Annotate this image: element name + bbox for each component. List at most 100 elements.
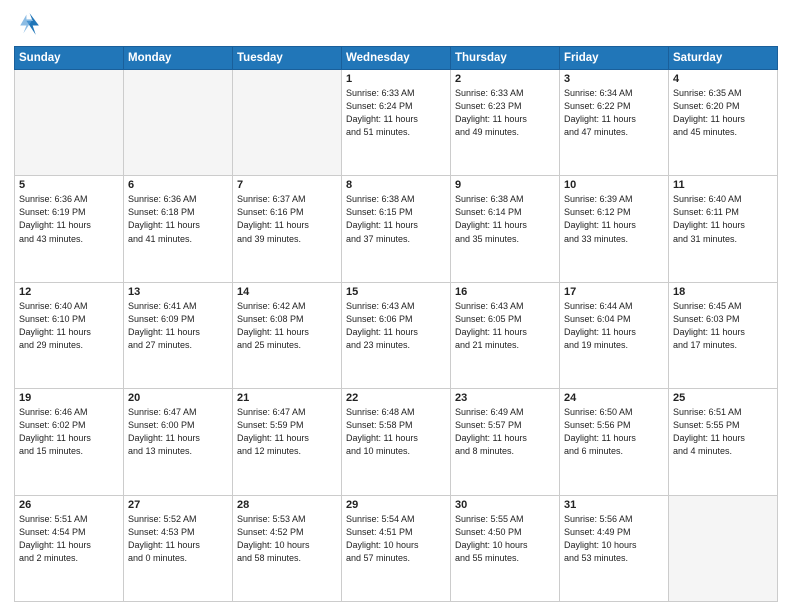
day-info: Sunrise: 6:34 AM Sunset: 6:22 PM Dayligh… bbox=[564, 87, 664, 139]
calendar-day-19: 19 Sunrise: 6:46 AM Sunset: 6:02 PM Dayli… bbox=[15, 389, 124, 495]
day-info: Sunrise: 6:33 AM Sunset: 6:23 PM Dayligh… bbox=[455, 87, 555, 139]
calendar-day-30: 30 Sunrise: 5:55 AM Sunset: 4:50 PM Dayli… bbox=[451, 495, 560, 601]
day-info: Sunrise: 5:52 AM Sunset: 4:53 PM Dayligh… bbox=[128, 513, 228, 565]
calendar-day-26: 26 Sunrise: 5:51 AM Sunset: 4:54 PM Dayli… bbox=[15, 495, 124, 601]
calendar-day-29: 29 Sunrise: 5:54 AM Sunset: 4:51 PM Dayli… bbox=[342, 495, 451, 601]
col-header-saturday: Saturday bbox=[669, 47, 778, 70]
calendar-day-21: 21 Sunrise: 6:47 AM Sunset: 5:59 PM Dayli… bbox=[233, 389, 342, 495]
calendar-day-empty bbox=[233, 70, 342, 176]
header bbox=[14, 10, 778, 38]
day-info: Sunrise: 6:47 AM Sunset: 6:00 PM Dayligh… bbox=[128, 406, 228, 458]
day-number: 18 bbox=[673, 286, 773, 298]
col-header-thursday: Thursday bbox=[451, 47, 560, 70]
day-info: Sunrise: 6:43 AM Sunset: 6:06 PM Dayligh… bbox=[346, 300, 446, 352]
day-info: Sunrise: 6:42 AM Sunset: 6:08 PM Dayligh… bbox=[237, 300, 337, 352]
day-info: Sunrise: 5:55 AM Sunset: 4:50 PM Dayligh… bbox=[455, 513, 555, 565]
day-number: 5 bbox=[19, 179, 119, 191]
calendar-day-25: 25Sunrise: 6:51 AM Sunset: 5:55 PM Dayli… bbox=[669, 389, 778, 495]
day-number: 14 bbox=[237, 286, 337, 298]
day-number: 29 bbox=[346, 499, 446, 511]
day-number: 11 bbox=[673, 179, 773, 191]
day-number: 2 bbox=[455, 73, 555, 85]
calendar-day-2: 2 Sunrise: 6:33 AM Sunset: 6:23 PM Daylig… bbox=[451, 70, 560, 176]
calendar-week-row: 5 Sunrise: 6:36 AM Sunset: 6:19 PM Daylig… bbox=[15, 176, 778, 282]
day-info: Sunrise: 6:33 AM Sunset: 6:24 PM Dayligh… bbox=[346, 87, 446, 139]
calendar-day-12: 12 Sunrise: 6:40 AM Sunset: 6:10 PM Dayli… bbox=[15, 282, 124, 388]
day-number: 23 bbox=[455, 392, 555, 404]
calendar-week-row: 12 Sunrise: 6:40 AM Sunset: 6:10 PM Dayli… bbox=[15, 282, 778, 388]
calendar-day-3: 3 Sunrise: 6:34 AM Sunset: 6:22 PM Daylig… bbox=[560, 70, 669, 176]
calendar-day-4: 4Sunrise: 6:35 AM Sunset: 6:20 PM Daylig… bbox=[669, 70, 778, 176]
day-number: 7 bbox=[237, 179, 337, 191]
day-info: Sunrise: 6:39 AM Sunset: 6:12 PM Dayligh… bbox=[564, 193, 664, 245]
day-info: Sunrise: 6:43 AM Sunset: 6:05 PM Dayligh… bbox=[455, 300, 555, 352]
day-number: 16 bbox=[455, 286, 555, 298]
col-header-monday: Monday bbox=[124, 47, 233, 70]
day-number: 27 bbox=[128, 499, 228, 511]
calendar-day-20: 20Sunrise: 6:47 AM Sunset: 6:00 PM Dayli… bbox=[124, 389, 233, 495]
day-info: Sunrise: 6:44 AM Sunset: 6:04 PM Dayligh… bbox=[564, 300, 664, 352]
calendar-day-5: 5 Sunrise: 6:36 AM Sunset: 6:19 PM Daylig… bbox=[15, 176, 124, 282]
day-number: 30 bbox=[455, 499, 555, 511]
calendar-day-empty bbox=[15, 70, 124, 176]
logo-icon bbox=[14, 10, 42, 38]
calendar-day-1: 1 Sunrise: 6:33 AM Sunset: 6:24 PM Daylig… bbox=[342, 70, 451, 176]
day-number: 4 bbox=[673, 73, 773, 85]
calendar-day-16: 16 Sunrise: 6:43 AM Sunset: 6:05 PM Dayli… bbox=[451, 282, 560, 388]
day-info: Sunrise: 6:38 AM Sunset: 6:14 PM Dayligh… bbox=[455, 193, 555, 245]
col-header-friday: Friday bbox=[560, 47, 669, 70]
day-info: Sunrise: 5:53 AM Sunset: 4:52 PM Dayligh… bbox=[237, 513, 337, 565]
calendar-day-31: 31 Sunrise: 5:56 AM Sunset: 4:49 PM Dayli… bbox=[560, 495, 669, 601]
day-info: Sunrise: 5:54 AM Sunset: 4:51 PM Dayligh… bbox=[346, 513, 446, 565]
day-number: 28 bbox=[237, 499, 337, 511]
day-number: 15 bbox=[346, 286, 446, 298]
calendar-day-17: 17Sunrise: 6:44 AM Sunset: 6:04 PM Dayli… bbox=[560, 282, 669, 388]
day-info: Sunrise: 6:50 AM Sunset: 5:56 PM Dayligh… bbox=[564, 406, 664, 458]
day-number: 24 bbox=[564, 392, 664, 404]
day-number: 12 bbox=[19, 286, 119, 298]
day-number: 8 bbox=[346, 179, 446, 191]
calendar-week-row: 19 Sunrise: 6:46 AM Sunset: 6:02 PM Dayli… bbox=[15, 389, 778, 495]
calendar-day-15: 15 Sunrise: 6:43 AM Sunset: 6:06 PM Dayli… bbox=[342, 282, 451, 388]
day-info: Sunrise: 5:56 AM Sunset: 4:49 PM Dayligh… bbox=[564, 513, 664, 565]
calendar-day-empty bbox=[124, 70, 233, 176]
day-number: 10 bbox=[564, 179, 664, 191]
day-number: 3 bbox=[564, 73, 664, 85]
calendar-day-6: 6 Sunrise: 6:36 AM Sunset: 6:18 PM Daylig… bbox=[124, 176, 233, 282]
day-number: 26 bbox=[19, 499, 119, 511]
day-number: 6 bbox=[128, 179, 228, 191]
day-number: 21 bbox=[237, 392, 337, 404]
calendar-day-13: 13 Sunrise: 6:41 AM Sunset: 6:09 PM Dayli… bbox=[124, 282, 233, 388]
day-number: 9 bbox=[455, 179, 555, 191]
calendar-day-8: 8 Sunrise: 6:38 AM Sunset: 6:15 PM Daylig… bbox=[342, 176, 451, 282]
col-header-tuesday: Tuesday bbox=[233, 47, 342, 70]
day-info: Sunrise: 6:48 AM Sunset: 5:58 PM Dayligh… bbox=[346, 406, 446, 458]
calendar-day-14: 14 Sunrise: 6:42 AM Sunset: 6:08 PM Dayli… bbox=[233, 282, 342, 388]
day-info: Sunrise: 5:51 AM Sunset: 4:54 PM Dayligh… bbox=[19, 513, 119, 565]
day-info: Sunrise: 6:36 AM Sunset: 6:19 PM Dayligh… bbox=[19, 193, 119, 245]
day-info: Sunrise: 6:51 AM Sunset: 5:55 PM Dayligh… bbox=[673, 406, 773, 458]
day-info: Sunrise: 6:40 AM Sunset: 6:10 PM Dayligh… bbox=[19, 300, 119, 352]
day-info: Sunrise: 6:41 AM Sunset: 6:09 PM Dayligh… bbox=[128, 300, 228, 352]
calendar-day-18: 18Sunrise: 6:45 AM Sunset: 6:03 PM Dayli… bbox=[669, 282, 778, 388]
day-info: Sunrise: 6:46 AM Sunset: 6:02 PM Dayligh… bbox=[19, 406, 119, 458]
day-number: 13 bbox=[128, 286, 228, 298]
calendar-day-empty bbox=[669, 495, 778, 601]
calendar-day-11: 11Sunrise: 6:40 AM Sunset: 6:11 PM Dayli… bbox=[669, 176, 778, 282]
calendar-day-27: 27 Sunrise: 5:52 AM Sunset: 4:53 PM Dayli… bbox=[124, 495, 233, 601]
day-number: 1 bbox=[346, 73, 446, 85]
logo bbox=[14, 10, 46, 38]
calendar-day-22: 22Sunrise: 6:48 AM Sunset: 5:58 PM Dayli… bbox=[342, 389, 451, 495]
calendar-day-24: 24 Sunrise: 6:50 AM Sunset: 5:56 PM Dayli… bbox=[560, 389, 669, 495]
day-number: 31 bbox=[564, 499, 664, 511]
calendar-header-row: SundayMondayTuesdayWednesdayThursdayFrid… bbox=[15, 47, 778, 70]
col-header-wednesday: Wednesday bbox=[342, 47, 451, 70]
calendar-week-row: 1 Sunrise: 6:33 AM Sunset: 6:24 PM Daylig… bbox=[15, 70, 778, 176]
day-info: Sunrise: 6:36 AM Sunset: 6:18 PM Dayligh… bbox=[128, 193, 228, 245]
day-number: 19 bbox=[19, 392, 119, 404]
day-info: Sunrise: 6:38 AM Sunset: 6:15 PM Dayligh… bbox=[346, 193, 446, 245]
calendar-day-10: 10 Sunrise: 6:39 AM Sunset: 6:12 PM Dayli… bbox=[560, 176, 669, 282]
day-info: Sunrise: 6:47 AM Sunset: 5:59 PM Dayligh… bbox=[237, 406, 337, 458]
calendar-day-23: 23Sunrise: 6:49 AM Sunset: 5:57 PM Dayli… bbox=[451, 389, 560, 495]
page: SundayMondayTuesdayWednesdayThursdayFrid… bbox=[0, 0, 792, 612]
